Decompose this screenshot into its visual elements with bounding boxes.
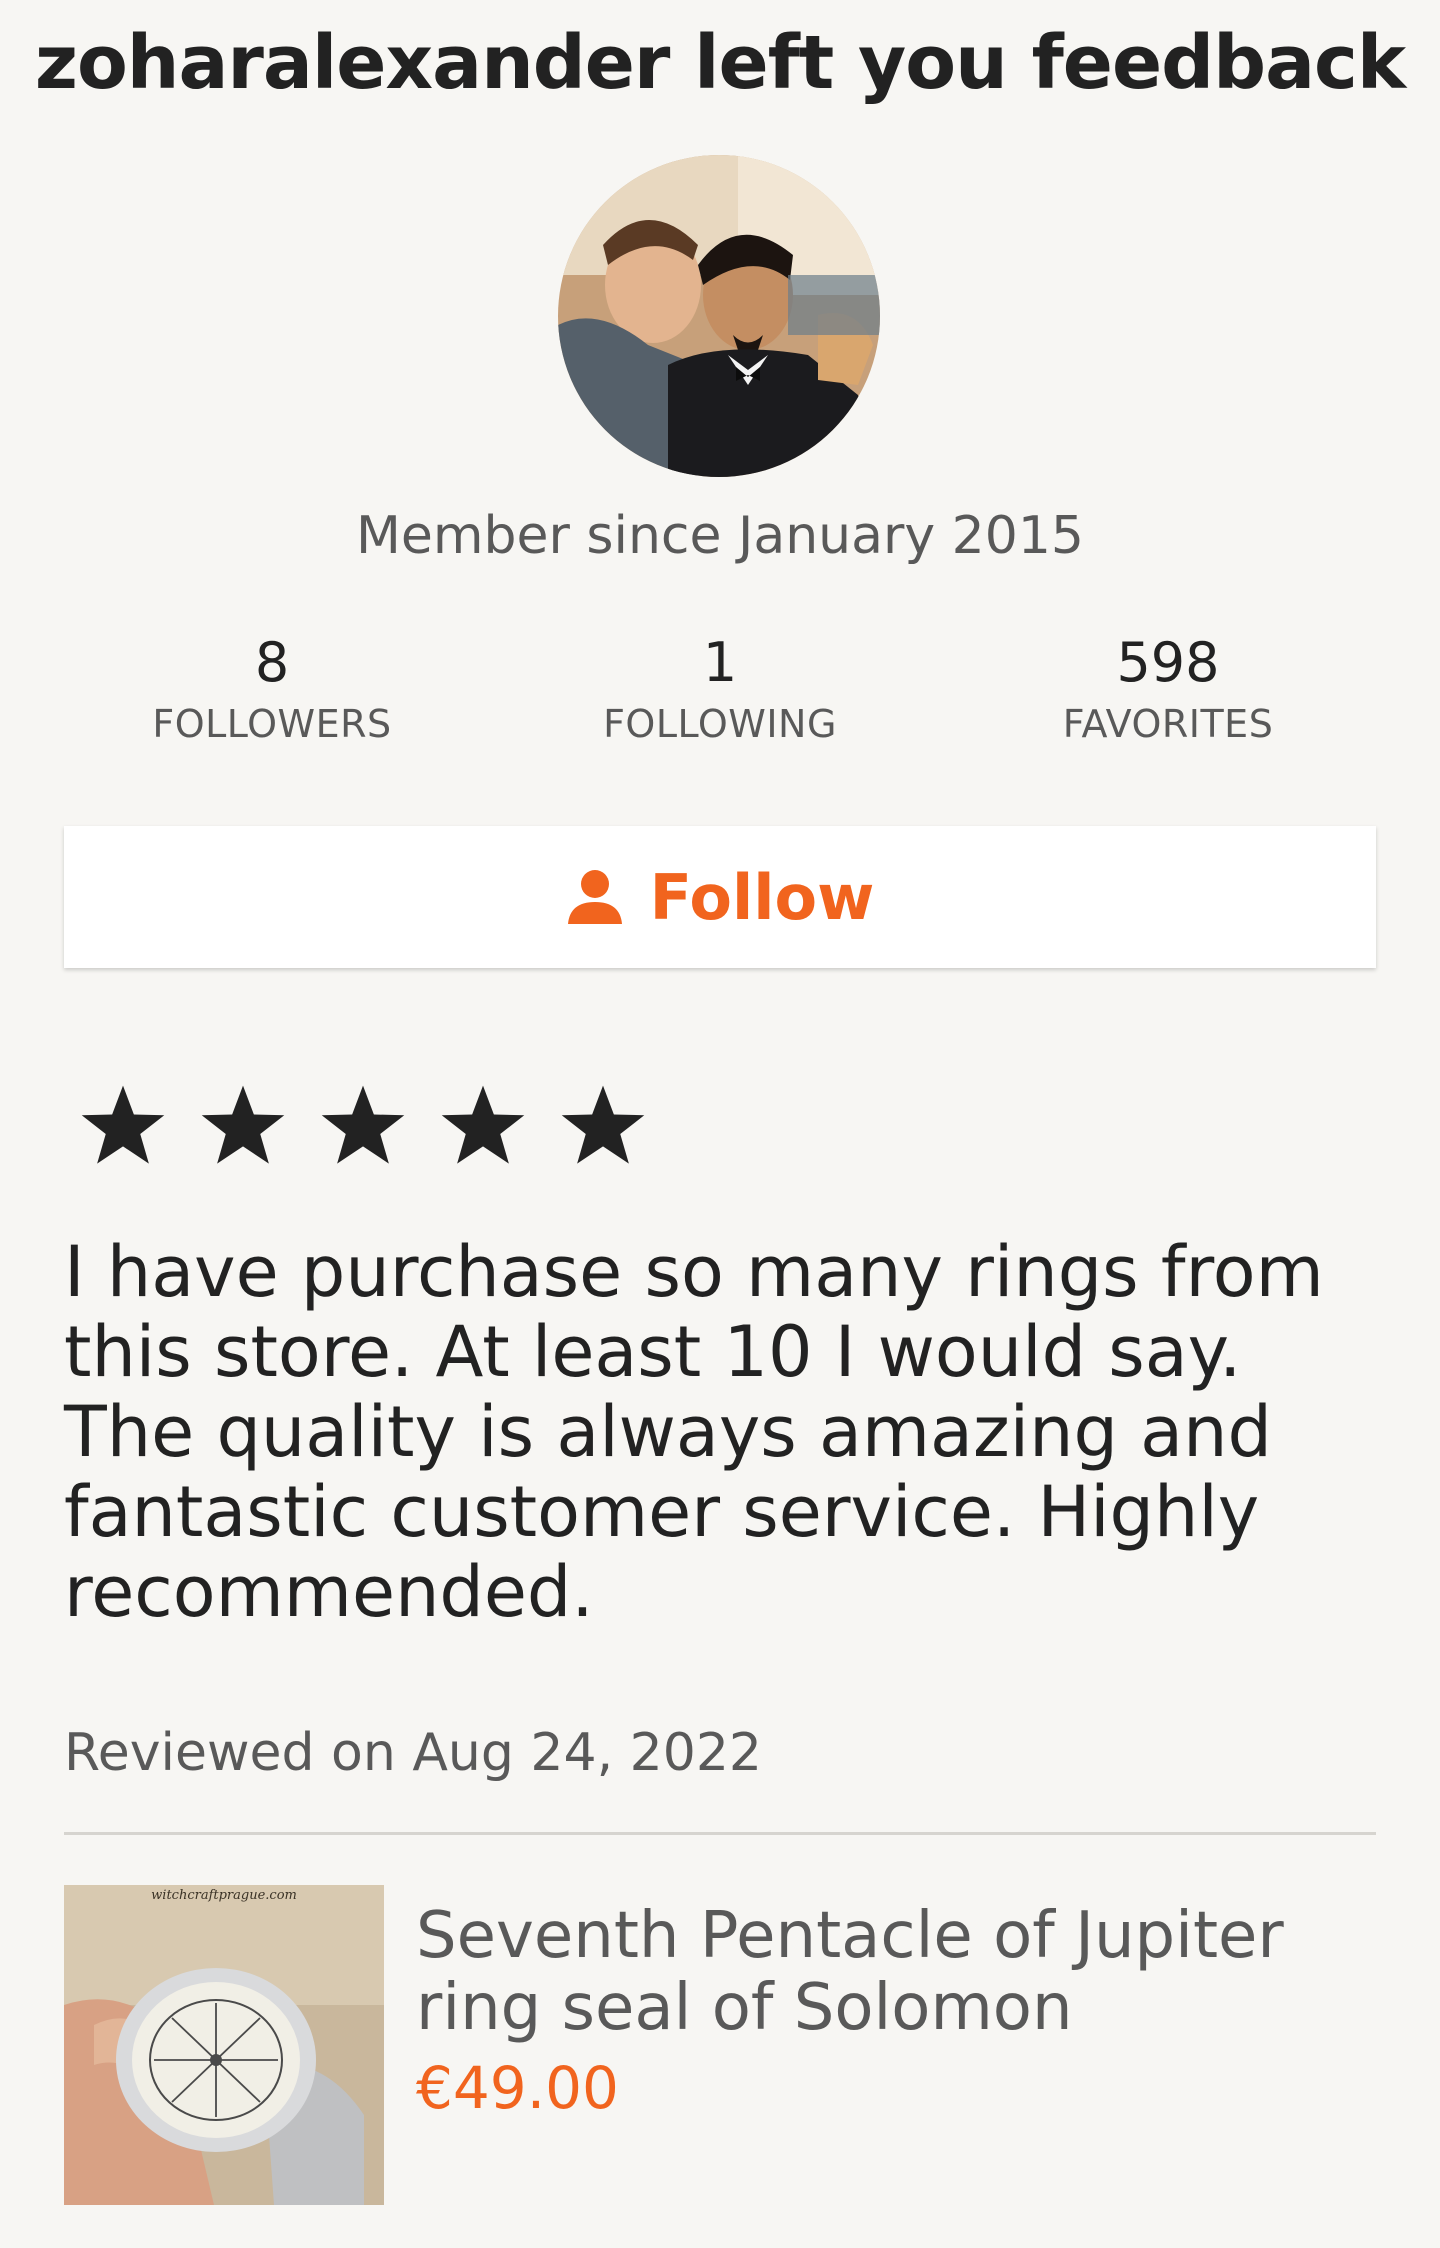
stat-following[interactable]: 1 FOLLOWING (520, 628, 920, 750)
star-icon (201, 1085, 285, 1164)
stat-followers[interactable]: 8 FOLLOWERS (72, 628, 472, 750)
follow-button[interactable]: Follow (64, 826, 1376, 968)
product-price: €49.00 (416, 2054, 619, 2122)
star-icon (321, 1085, 405, 1164)
stat-favorites[interactable]: 598 FAVORITES (968, 628, 1368, 750)
review-date: Reviewed on Aug 24, 2022 (64, 1723, 762, 1783)
product-title[interactable]: Seventh Pentacle of Jupiter ring seal of… (416, 1900, 1376, 2044)
avatar-photo (558, 155, 880, 477)
stat-value: 1 (702, 631, 738, 694)
stat-label: FOLLOWING (603, 702, 837, 746)
ring-photo: witchcraftprague.com (64, 1885, 384, 2205)
divider (64, 1832, 1376, 1835)
stat-label: FAVORITES (1062, 702, 1274, 746)
follow-label: Follow (649, 860, 875, 934)
page-title: zoharalexander left you feedback (34, 20, 1406, 106)
avatar[interactable] (558, 155, 880, 477)
user-icon (567, 870, 622, 924)
stat-value: 598 (1116, 631, 1220, 694)
profile-stats: 8 FOLLOWERS 1 FOLLOWING 598 FAVORITES (0, 628, 1440, 758)
member-since: Member since January 2015 (355, 506, 1085, 566)
star-icon (441, 1085, 525, 1164)
star-icon (81, 1085, 165, 1164)
star-icon (561, 1085, 645, 1164)
stat-value: 8 (254, 631, 290, 694)
review-text: I have purchase so many rings from this … (64, 1231, 1324, 1633)
product-image[interactable]: witchcraftprague.com (64, 1885, 384, 2205)
stat-label: FOLLOWERS (152, 702, 392, 746)
watermark-text: witchcraftprague.com (151, 1888, 297, 1903)
